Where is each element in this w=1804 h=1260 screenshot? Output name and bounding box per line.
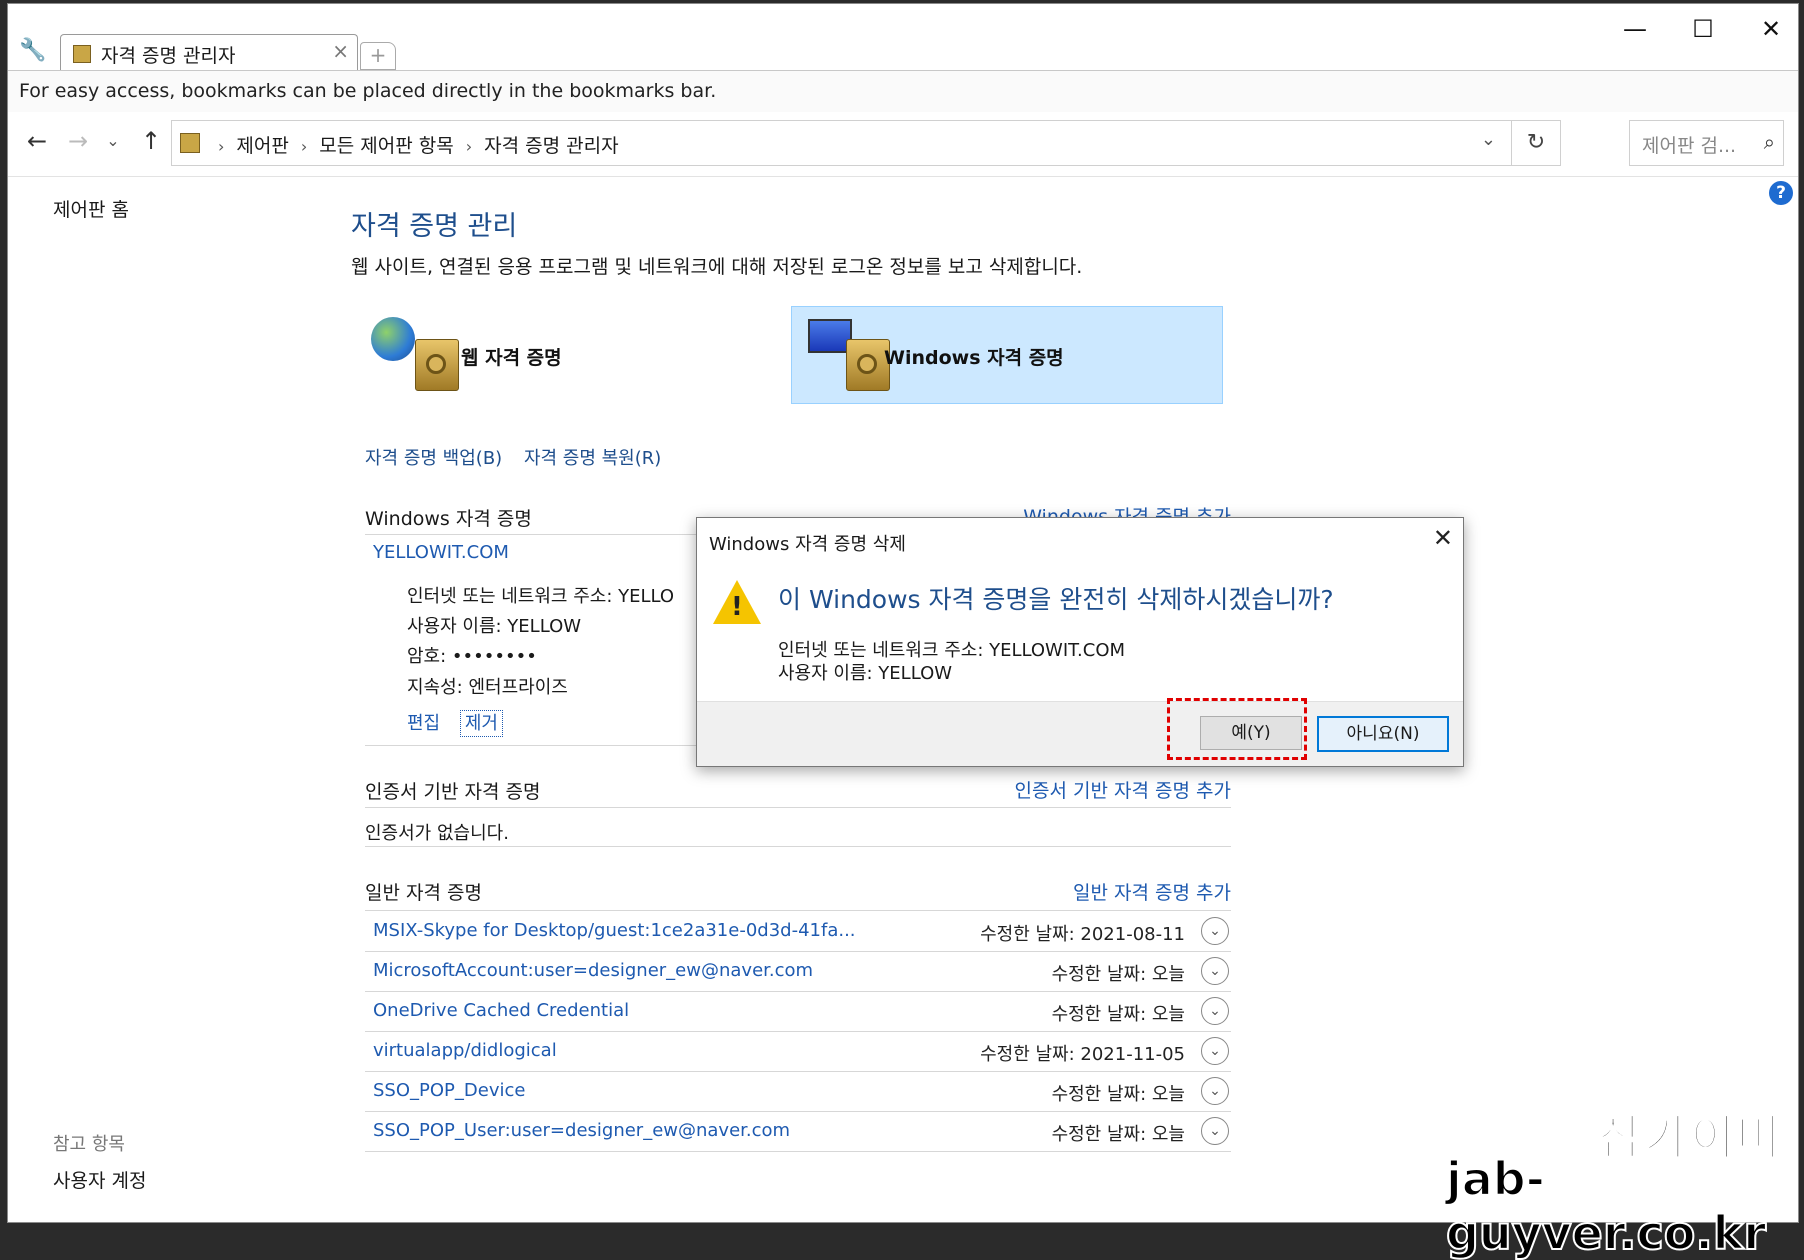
modified-date: 수정한 날짜: 2021-08-11 — [980, 924, 1185, 945]
no-button[interactable]: 아니요(N) — [1317, 716, 1449, 752]
chevron-right-icon[interactable]: › — [466, 137, 472, 156]
list-item[interactable]: OneDrive Cached Credential 수정한 날짜: 오늘 ⌄ — [365, 991, 1231, 1032]
search-icon[interactable]: ⌕ — [1764, 130, 1775, 154]
remove-link[interactable]: 제거 — [459, 710, 503, 737]
backup-credentials-link[interactable]: 자격 증명 백업(B) — [365, 448, 502, 469]
entry-persistence: 지속성: 엔터프라이즈 — [407, 677, 568, 698]
list-item[interactable]: SSO_POP_User:user=designer_ew@naver.com … — [365, 1111, 1231, 1152]
divider — [365, 807, 1231, 808]
see-also-heading: 참고 항목 — [53, 1134, 125, 1155]
chevron-down-icon[interactable]: ⌄ — [1481, 129, 1496, 150]
credential-name: virtualapp/didlogical — [373, 1040, 557, 1061]
credential-name: SSO_POP_Device — [373, 1080, 526, 1101]
user-accounts-link[interactable]: 사용자 계정 — [53, 1166, 146, 1193]
backup-restore-links: 자격 증명 백업(B) 자격 증명 복원(R) — [365, 444, 677, 470]
breadcrumb-all-items[interactable]: 모든 제어판 항목 — [319, 135, 453, 157]
windows-credentials-heading: Windows 자격 증명 — [365, 508, 532, 530]
window-close-button[interactable]: ✕ — [1746, 12, 1796, 46]
breadcrumb: › 제어판 › 모든 제어판 항목 › 자격 증명 관리자 — [206, 131, 619, 158]
tab-credential-manager[interactable]: 자격 증명 관리자 × — [60, 34, 358, 71]
modified-date: 수정한 날짜: 오늘 — [1051, 1124, 1185, 1145]
list-item[interactable]: SSO_POP_Device 수정한 날짜: 오늘 ⌄ — [365, 1071, 1231, 1112]
bookmarks-bar-text: For easy access, bookmarks can be placed… — [19, 80, 717, 102]
modified-date: 수정한 날짜: 2021-11-05 — [980, 1044, 1185, 1065]
vault-icon — [73, 45, 91, 63]
recent-locations-chevron-icon[interactable]: ⌄ — [98, 126, 128, 156]
breadcrumb-credential-manager[interactable]: 자격 증명 관리자 — [484, 135, 618, 157]
divider — [365, 846, 1231, 847]
control-panel-home-link[interactable]: 제어판 홈 — [53, 195, 129, 222]
control-panel-window: 🔧 자격 증명 관리자 × + — ☐ ✕ For easy access, b… — [7, 3, 1799, 1223]
modified-date: 수정한 날짜: 오늘 — [1051, 1004, 1185, 1025]
bookmarks-bar: For easy access, bookmarks can be placed… — [8, 70, 1798, 114]
globe-icon — [371, 317, 415, 361]
page-title: 자격 증명 관리 — [351, 211, 518, 242]
chevron-down-icon[interactable]: ⌄ — [1201, 1117, 1229, 1145]
certificate-credentials-heading: 인증서 기반 자격 증명 — [365, 781, 541, 803]
windows-credentials-label: Windows 자격 증명 — [884, 347, 1064, 369]
delete-credential-dialog: Windows 자격 증명 삭제 ✕ ! 이 Windows 자격 증명을 완전… — [696, 517, 1464, 767]
list-item[interactable]: MSIX-Skype for Desktop/guest:1ce2a31e-0d… — [365, 911, 1231, 952]
search-placeholder: 제어판 검... — [1642, 135, 1737, 157]
add-generic-credential-link[interactable]: 일반 자격 증명 추가 — [1073, 878, 1231, 905]
search-input[interactable]: 제어판 검... ⌕ — [1629, 120, 1784, 166]
web-credentials-tile[interactable]: 웹 자격 증명 — [361, 307, 731, 403]
vault-icon — [415, 339, 459, 391]
generic-credentials-heading: 일반 자격 증명 — [365, 882, 482, 904]
credential-name: OneDrive Cached Credential — [373, 1000, 630, 1021]
chevron-right-icon[interactable]: › — [301, 137, 307, 156]
vault-icon — [180, 133, 200, 153]
new-tab-button[interactable]: + — [360, 42, 396, 70]
maximize-button[interactable]: ☐ — [1678, 12, 1728, 46]
chevron-down-icon[interactable]: ⌄ — [1201, 1037, 1229, 1065]
windows-credential-entry[interactable]: YELLOWIT.COM — [373, 542, 509, 563]
entry-address: 인터넷 또는 네트워크 주소: YELLO — [407, 586, 675, 607]
dialog-footer: 예(Y) 아니요(N) — [697, 701, 1463, 766]
chevron-down-icon[interactable]: ⌄ — [1201, 1077, 1229, 1105]
chevron-right-icon: › — [218, 137, 225, 156]
list-item[interactable]: MicrosoftAccount:user=designer_ew@naver.… — [365, 951, 1231, 992]
entry-password: 암호: •••••••• — [407, 646, 537, 667]
dialog-detail-user: 사용자 이름: YELLOW — [778, 663, 953, 684]
title-bar: 🔧 자격 증명 관리자 × + — ☐ ✕ — [8, 4, 1798, 71]
chevron-down-icon[interactable]: ⌄ — [1201, 957, 1229, 985]
breadcrumb-control-panel[interactable]: 제어판 — [236, 135, 288, 157]
credential-name: MSIX-Skype for Desktop/guest:1ce2a31e-0d… — [373, 920, 856, 941]
page-description: 웹 사이트, 연결된 응용 프로그램 및 네트워크에 대해 저장된 로그온 정보… — [351, 256, 1083, 278]
restore-credentials-link[interactable]: 자격 증명 복원(R) — [524, 448, 661, 469]
forward-arrow-icon[interactable]: → — [63, 126, 93, 156]
up-arrow-icon[interactable]: ↑ — [136, 126, 166, 156]
chevron-down-icon[interactable]: ⌄ — [1201, 917, 1229, 945]
list-item[interactable]: virtualapp/didlogical 수정한 날짜: 2021-11-05… — [365, 1031, 1231, 1072]
entry-user: 사용자 이름: YELLOW — [407, 616, 582, 637]
warning-exclamation: ! — [731, 592, 743, 622]
web-credentials-label: 웹 자격 증명 — [461, 347, 562, 369]
modified-date: 수정한 날짜: 오늘 — [1051, 1084, 1185, 1105]
address-bar[interactable]: › 제어판 › 모든 제어판 항목 › 자격 증명 관리자 ⌄ ↻ — [171, 120, 1561, 166]
back-arrow-icon[interactable]: ← — [22, 126, 52, 156]
refresh-icon[interactable]: ↻ — [1511, 121, 1560, 165]
navigation-bar: ← → ⌄ ↑ › 제어판 › 모든 제어판 항목 › 자격 증명 관리자 ⌄ ↻ 제어판… — [8, 112, 1798, 177]
dialog-title: Windows 자격 증명 삭제 — [709, 534, 906, 555]
credential-name: SSO_POP_User:user=designer_ew@naver.com — [373, 1120, 791, 1141]
credential-name: MicrosoftAccount:user=designer_ew@naver.… — [373, 960, 814, 981]
watermark-url: jab-guyver.co.kr — [1445, 1151, 1767, 1260]
windows-credentials-tile[interactable]: Windows 자격 증명 — [791, 306, 1223, 404]
no-certificates-text: 인증서가 없습니다. — [365, 823, 509, 844]
wrench-icon[interactable]: 🔧 — [18, 36, 48, 66]
minimize-button[interactable]: — — [1610, 12, 1660, 46]
tab-close-icon[interactable]: × — [332, 39, 349, 63]
dialog-question: 이 Windows 자격 증명을 완전히 삭제하시겠습니까? — [778, 585, 1334, 614]
chevron-down-icon[interactable]: ⌄ — [1201, 997, 1229, 1025]
entry-actions: 편집 제거 — [407, 709, 503, 737]
edit-link[interactable]: 편집 — [407, 713, 440, 734]
modified-date: 수정한 날짜: 오늘 — [1051, 964, 1185, 985]
tab-title: 자격 증명 관리자 — [101, 45, 236, 67]
help-icon[interactable]: ? — [1769, 181, 1793, 205]
dialog-close-icon[interactable]: ✕ — [1433, 524, 1453, 552]
red-dashed-highlight — [1167, 698, 1307, 760]
add-certificate-credential-link[interactable]: 인증서 기반 자격 증명 추가 — [1015, 776, 1231, 803]
